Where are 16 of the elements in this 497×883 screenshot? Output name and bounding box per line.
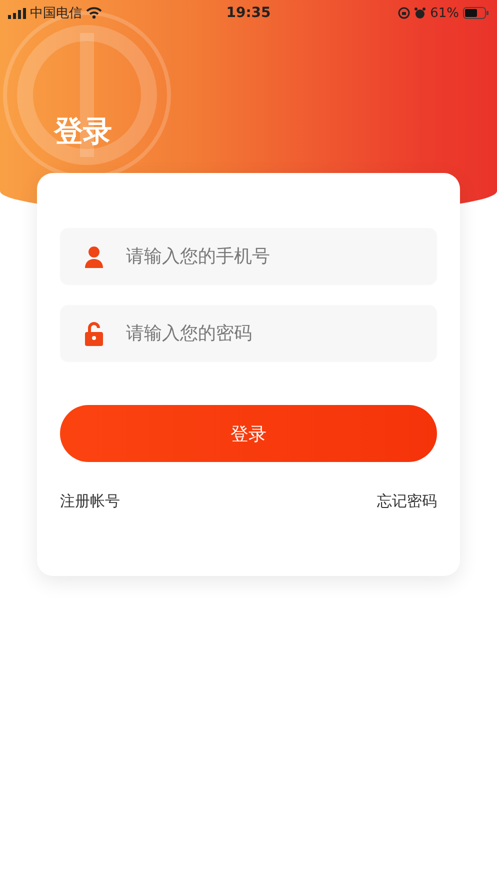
phone-field[interactable]: 请输入您的手机号 xyxy=(60,228,437,285)
login-button[interactable]: 登录 xyxy=(60,405,437,462)
status-time: 19:35 xyxy=(226,5,271,21)
signal-icon xyxy=(8,8,26,18)
page-title: 登录 xyxy=(54,114,112,149)
battery-percent: 61% xyxy=(430,6,459,20)
person-icon xyxy=(84,246,104,268)
password-field[interactable]: 请输入您的密码 xyxy=(60,305,437,362)
rotation-lock-icon xyxy=(398,7,410,19)
text-link[interactable]: 忘记密码 xyxy=(377,492,437,511)
lock-icon xyxy=(84,322,104,346)
wifi-icon xyxy=(86,7,102,19)
carrier-name: 中国电信 xyxy=(30,5,82,22)
battery-icon xyxy=(463,7,489,19)
text-link[interactable]: 注册帐号 xyxy=(60,492,120,511)
alarm-icon xyxy=(414,7,426,19)
